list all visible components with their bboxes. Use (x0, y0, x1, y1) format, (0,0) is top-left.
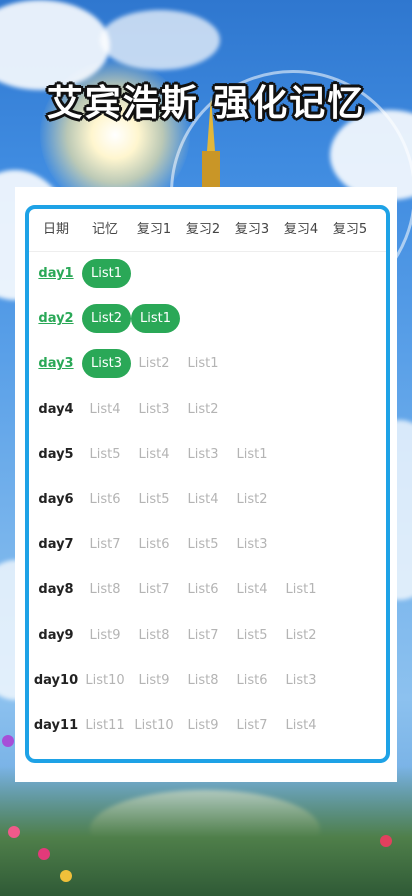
table-row: day8 List8 List7 List6 List4 List1 (29, 567, 386, 612)
column-header-6: 复习5 (332, 222, 368, 237)
flower (8, 826, 20, 838)
day-label-day6[interactable]: day6 (32, 477, 80, 522)
day-label-day3[interactable]: day3 (32, 341, 80, 386)
flower (38, 848, 50, 860)
list-cell-list7[interactable]: List7 (82, 522, 128, 567)
list-cell-list3[interactable]: List3 (180, 432, 226, 477)
table-row: day6 List6 List5 List4 List2 (29, 477, 386, 522)
day-label-day8[interactable]: day8 (32, 567, 80, 612)
table-row: day4 List4 List3 List2 (29, 387, 386, 432)
list-cell-list3[interactable]: List3 (131, 387, 177, 432)
list-cell-list2[interactable]: List2 (180, 387, 226, 432)
schedule-card: 日期 记忆 复习1 复习2 复习3 复习4 复习5 day1 List1 day2 List2 Li… (15, 187, 397, 782)
day-label-day11[interactable]: day11 (32, 703, 80, 748)
list-pill-label[interactable]: List1 (82, 259, 131, 288)
table-row: day2 List2 List1 (29, 296, 386, 341)
list-cell-list7[interactable]: List7 (131, 567, 177, 612)
day-label-day5[interactable]: day5 (32, 432, 80, 477)
table-row: day7 List7 List6 List5 List3 (29, 522, 386, 567)
list-cell-list6[interactable]: List6 (229, 658, 275, 703)
list-cell-list6[interactable]: List6 (82, 477, 128, 522)
table-row: day11 List11 List10 List9 List7 List4 (29, 703, 386, 748)
table-row: day3 List3 List2 List1 (29, 341, 386, 386)
list-cell-list1[interactable]: List1 (180, 341, 226, 386)
table-header: 日期 记忆 复习1 复习2 复习3 复习4 复习5 (29, 209, 386, 252)
list-pill-list2[interactable]: List2 (82, 296, 131, 341)
list-pill-list1[interactable]: List1 (82, 251, 131, 296)
list-cell-list8[interactable]: List8 (180, 658, 226, 703)
column-header-3: 复习2 (185, 222, 221, 237)
list-cell-list4[interactable]: List4 (229, 567, 275, 612)
list-cell-list8[interactable]: List8 (131, 613, 177, 658)
list-cell-list7[interactable]: List7 (180, 613, 226, 658)
list-cell-list9[interactable]: List9 (82, 613, 128, 658)
column-header-2: 复习1 (136, 222, 172, 237)
day-label-day7[interactable]: day7 (32, 522, 80, 567)
list-pill-label[interactable]: List1 (131, 304, 180, 334)
table-row: day1 List1 (29, 251, 386, 296)
list-cell-list5[interactable]: List5 (229, 613, 275, 658)
list-cell-list11[interactable]: List11 (82, 703, 128, 748)
schedule-table: 日期 记忆 复习1 复习2 复习3 复习4 复习5 day1 List1 day2 List2 Li… (25, 205, 390, 763)
list-cell-list4[interactable]: List4 (131, 432, 177, 477)
list-cell-list10[interactable]: List10 (131, 703, 177, 748)
list-cell-list5[interactable]: List5 (82, 432, 128, 477)
list-cell-list2[interactable]: List2 (229, 477, 275, 522)
page-title: 艾宾浩斯 强化记忆 (46, 83, 366, 124)
day-label-day2[interactable]: day2 (32, 296, 80, 341)
list-pill-list3[interactable]: List3 (82, 341, 131, 386)
flower (380, 835, 392, 847)
column-header-1: 记忆 (91, 222, 118, 237)
list-pill-label[interactable]: List2 (82, 304, 131, 334)
list-cell-list9[interactable]: List9 (131, 658, 177, 703)
table-row: day10 List10 List9 List8 List6 List3 (29, 658, 386, 703)
day-label-day1[interactable]: day1 (32, 251, 80, 296)
flower (60, 870, 72, 882)
flower (2, 735, 14, 747)
list-cell-list6[interactable]: List6 (131, 522, 177, 567)
list-cell-list9[interactable]: List9 (180, 703, 226, 748)
list-pill-label[interactable]: List3 (82, 349, 131, 379)
table-row: day5 List5 List4 List3 List1 (29, 432, 386, 477)
list-pill-list1[interactable]: List1 (131, 296, 180, 341)
column-header-0: 日期 (42, 222, 69, 237)
cloud (100, 10, 220, 70)
list-cell-list7[interactable]: List7 (229, 703, 275, 748)
list-cell-list4[interactable]: List4 (82, 387, 128, 432)
table-row: day9 List9 List8 List7 List5 List2 (29, 613, 386, 658)
list-cell-list1[interactable]: List1 (229, 432, 275, 477)
list-cell-list4[interactable]: List4 (180, 477, 226, 522)
list-cell-list3[interactable]: List3 (278, 658, 324, 703)
list-cell-list3[interactable]: List3 (229, 522, 275, 567)
list-cell-list10[interactable]: List10 (82, 658, 128, 703)
list-cell-list5[interactable]: List5 (131, 477, 177, 522)
list-cell-list2[interactable]: List2 (278, 613, 324, 658)
day-label-day4[interactable]: day4 (32, 387, 80, 432)
list-cell-list4[interactable]: List4 (278, 703, 324, 748)
list-cell-list8[interactable]: List8 (82, 567, 128, 612)
column-header-5: 复习4 (283, 222, 319, 237)
day-label-day9[interactable]: day9 (32, 613, 80, 658)
day-label-day10[interactable]: day10 (32, 658, 80, 703)
list-cell-list5[interactable]: List5 (180, 522, 226, 567)
list-cell-list1[interactable]: List1 (278, 567, 324, 612)
list-cell-list2[interactable]: List2 (131, 341, 177, 386)
list-cell-list6[interactable]: List6 (180, 567, 226, 612)
column-header-4: 复习3 (234, 222, 270, 237)
